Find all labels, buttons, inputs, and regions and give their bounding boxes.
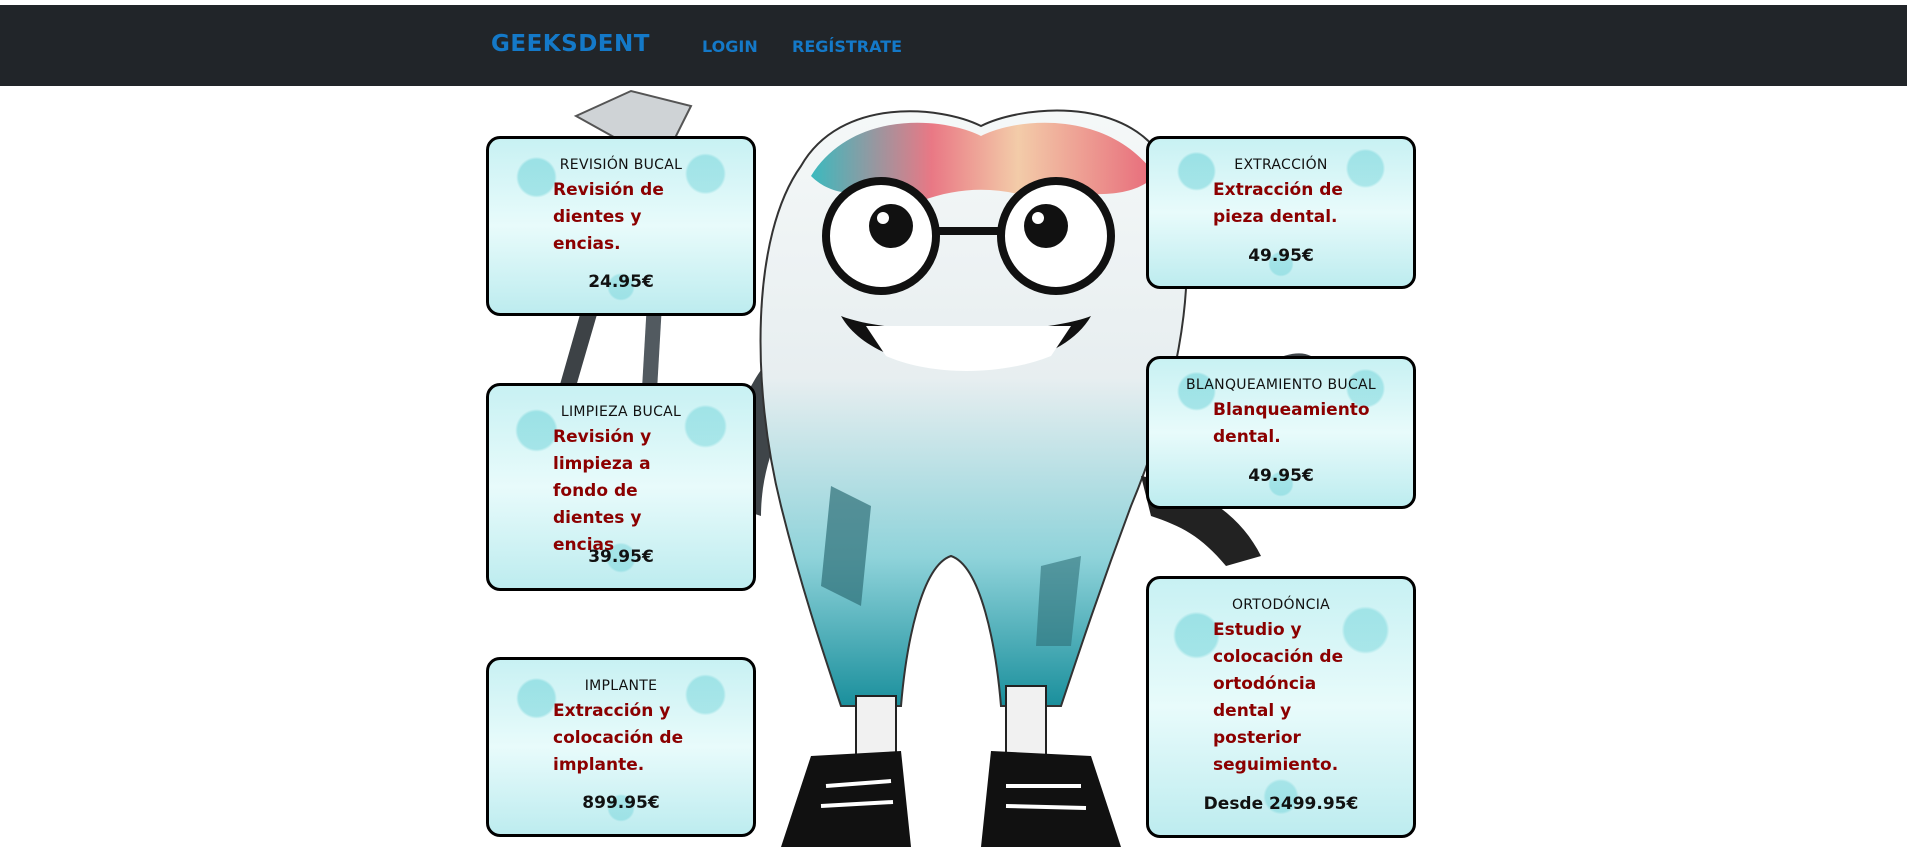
hero-stage: REVISIÓN BUCAL Revisión de dientes y enc… — [481, 86, 1431, 847]
card-description: Extracción de pieza dental. — [1213, 180, 1343, 227]
card-description: Extracción y colocación de implante. — [553, 701, 684, 775]
service-card-limpieza[interactable]: LIMPIEZA BUCAL Revisión y limpieza a fon… — [486, 383, 756, 591]
card-title: LIMPIEZA BUCAL — [560, 404, 682, 420]
navbar: GEEKSDENT LOGIN REGÍSTRATE — [0, 5, 1907, 86]
card-title: EXTRACCIÓN — [1234, 157, 1328, 173]
card-price: 899.95€ — [582, 793, 660, 813]
service-card-blanqueamiento[interactable]: BLANQUEAMIENTO BUCAL Blanqueamiento dent… — [1146, 356, 1416, 509]
login-link[interactable]: LOGIN — [702, 37, 758, 56]
card-title: IMPLANTE — [584, 678, 658, 694]
card-description: Blanqueamiento dental. — [1213, 400, 1370, 447]
card-price: Desde 2499.95€ — [1203, 794, 1359, 814]
card-price: 24.95€ — [588, 272, 654, 292]
card-price: 39.95€ — [588, 547, 654, 567]
service-card-implante[interactable]: IMPLANTE Extracción y colocación de impl… — [486, 657, 756, 837]
card-description: Revisión y limpieza a fondo de dientes y… — [553, 427, 652, 555]
card-price: 49.95€ — [1248, 246, 1314, 266]
card-description: Revisión de dientes y encias. — [553, 180, 664, 254]
card-price: 49.95€ — [1248, 466, 1314, 486]
service-card-revision[interactable]: REVISIÓN BUCAL Revisión de dientes y enc… — [486, 136, 756, 316]
register-link[interactable]: REGÍSTRATE — [792, 37, 902, 56]
brand-logo-link[interactable]: GEEKSDENT — [491, 31, 650, 57]
card-title: REVISIÓN BUCAL — [559, 157, 683, 173]
card-title: BLANQUEAMIENTO BUCAL — [1185, 377, 1377, 393]
card-title: ORTODÓNCIA — [1231, 597, 1331, 613]
service-card-ortodoncia[interactable]: ORTODÓNCIA Estudio y colocación de ortod… — [1146, 576, 1416, 838]
service-card-extraccion[interactable]: EXTRACCIÓN Extracción de pieza dental. 4… — [1146, 136, 1416, 289]
card-description: Estudio y colocación de ortodóncia denta… — [1213, 620, 1344, 775]
